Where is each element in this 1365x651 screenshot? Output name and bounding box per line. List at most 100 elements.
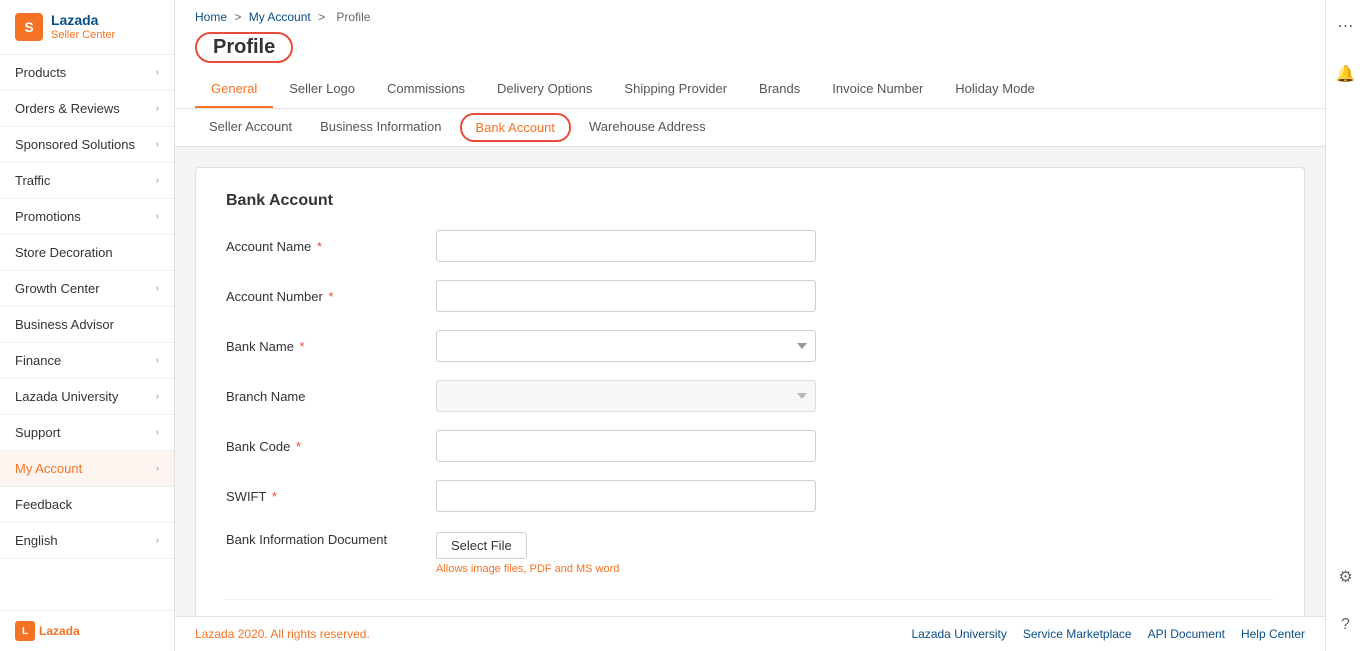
account-name-input[interactable] — [436, 230, 816, 262]
tab-general[interactable]: General — [195, 71, 273, 108]
chevron-icon: › — [156, 427, 159, 438]
bank-name-row: Bank Name * — [226, 330, 1274, 362]
bank-account-form-card: Bank Account Account Name * Account Numb… — [195, 167, 1305, 616]
sub-tab-business-information[interactable]: Business Information — [306, 109, 455, 146]
form-section-title: Bank Account — [226, 192, 1274, 210]
chat-icon[interactable]: ⋯ — [1330, 10, 1362, 42]
swift-input[interactable] — [436, 480, 816, 512]
sidebar-item-promotions[interactable]: Promotions › — [0, 199, 174, 235]
sidebar-nav: Products›Orders & Reviews›Sponsored Solu… — [0, 55, 174, 610]
sub-tabs-row: Seller AccountBusiness InformationBank A… — [175, 109, 1325, 147]
main-content: Home > My Account > Profile Profile Gene… — [175, 0, 1325, 651]
bank-code-input[interactable] — [436, 430, 816, 462]
bank-name-label: Bank Name * — [226, 339, 436, 354]
sidebar-item-products[interactable]: Products› — [0, 55, 174, 91]
bank-name-select[interactable] — [436, 330, 816, 362]
sidebar-item-label: English — [15, 533, 58, 548]
logo-icon: S — [15, 13, 43, 41]
tab-brands[interactable]: Brands — [743, 71, 816, 108]
sidebar-item-label: Orders & Reviews — [15, 101, 120, 116]
sidebar-item-support[interactable]: Support › — [0, 415, 174, 451]
tab-shipping-provider[interactable]: Shipping Provider — [608, 71, 743, 108]
footer-link-lazada-university[interactable]: Lazada University — [911, 627, 1006, 641]
chevron-icon: › — [156, 139, 159, 150]
sidebar-item-sponsored-solutions[interactable]: Sponsored Solutions › — [0, 127, 174, 163]
tab-invoice-number[interactable]: Invoice Number — [816, 71, 939, 108]
chevron-icon: › — [156, 391, 159, 402]
sidebar-item-store-decoration[interactable]: Store Decoration — [0, 235, 174, 271]
footer-copyright: Lazada 2020. All rights reserved. — [195, 627, 370, 641]
chevron-icon: › — [156, 175, 159, 186]
document-upload-area: Select File Allows image files, PDF and … — [436, 532, 619, 575]
page-title: Profile — [195, 32, 293, 63]
breadcrumb-home[interactable]: Home — [195, 10, 227, 24]
tab-holiday-mode[interactable]: Holiday Mode — [939, 71, 1051, 108]
branch-name-label: Branch Name — [226, 389, 436, 404]
chevron-icon: › — [156, 535, 159, 546]
sidebar: S Lazada Seller Center Products›Orders &… — [0, 0, 175, 651]
footer-link-help-center[interactable]: Help Center — [1241, 627, 1305, 641]
sub-tab-bank-account[interactable]: Bank Account — [460, 113, 572, 142]
sidebar-item-label: Feedback — [15, 497, 72, 512]
swift-label: SWIFT * — [226, 489, 436, 504]
sidebar-item-label: Finance — [15, 353, 61, 368]
lazada-footer-label: Lazada — [39, 624, 80, 638]
select-file-button[interactable]: Select File — [436, 532, 527, 559]
sidebar-item-label: My Account — [15, 461, 82, 476]
lazada-footer-logo: L Lazada — [15, 621, 80, 641]
gear-icon[interactable]: ⚙ — [1330, 561, 1362, 593]
sidebar-item-my-account[interactable]: My Account› — [0, 451, 174, 487]
tab-seller-logo[interactable]: Seller Logo — [273, 71, 371, 108]
sidebar-item-label: Sponsored Solutions — [15, 137, 135, 152]
sidebar-item-lazada-university[interactable]: Lazada University › — [0, 379, 174, 415]
sidebar-item-orders-&-reviews[interactable]: Orders & Reviews › — [0, 91, 174, 127]
swift-row: SWIFT * — [226, 480, 1274, 512]
sidebar-item-label: Store Decoration — [15, 245, 113, 260]
tab-commissions[interactable]: Commissions — [371, 71, 481, 108]
chevron-icon: › — [156, 67, 159, 78]
sidebar-footer: L Lazada — [0, 610, 174, 651]
logo: S Lazada Seller Center — [0, 0, 174, 55]
chevron-icon: › — [156, 355, 159, 366]
sub-tab-seller-account[interactable]: Seller Account — [195, 109, 306, 146]
logo-line1: Lazada — [51, 12, 115, 29]
sidebar-item-growth-center[interactable]: Growth Center› — [0, 271, 174, 307]
main-tabs-row: GeneralSeller LogoCommissionsDelivery Op… — [195, 71, 1305, 108]
footer-links: Lazada University Service Marketplace API … — [895, 627, 1305, 641]
lazada-logo-icon: L — [15, 621, 35, 641]
sidebar-item-label: Lazada University — [15, 389, 118, 404]
bell-icon[interactable]: 🔔 — [1330, 58, 1362, 90]
top-tabs-area: Home > My Account > Profile Profile Gene… — [175, 0, 1325, 109]
chevron-icon: › — [156, 283, 159, 294]
sidebar-item-traffic[interactable]: Traffic › — [0, 163, 174, 199]
sidebar-item-label: Promotions — [15, 209, 81, 224]
sidebar-item-feedback[interactable]: Feedback — [0, 487, 174, 523]
page-title-wrap: Profile — [195, 28, 1305, 71]
breadcrumb-profile: Profile — [336, 10, 370, 24]
account-number-input[interactable] — [436, 280, 816, 312]
sub-tab-warehouse-address[interactable]: Warehouse Address — [575, 109, 720, 146]
branch-name-select[interactable] — [436, 380, 816, 412]
sidebar-item-english[interactable]: English › — [0, 523, 174, 559]
footer-link-service-marketplace[interactable]: Service Marketplace — [1023, 627, 1132, 641]
chevron-icon: › — [156, 103, 159, 114]
sidebar-item-business-advisor[interactable]: Business Advisor — [0, 307, 174, 343]
branch-name-row: Branch Name — [226, 380, 1274, 412]
question-icon[interactable]: ? — [1330, 609, 1362, 641]
content-area: Bank Account Account Name * Account Numb… — [175, 147, 1325, 616]
account-number-row: Account Number * — [226, 280, 1274, 312]
sidebar-item-finance[interactable]: Finance › — [0, 343, 174, 379]
bank-code-row: Bank Code * — [226, 430, 1274, 462]
breadcrumb-my-account[interactable]: My Account — [249, 10, 311, 24]
sidebar-item-label: Traffic — [15, 173, 50, 188]
chevron-icon: › — [156, 211, 159, 222]
logo-line2: Seller Center — [51, 29, 115, 42]
footer: Lazada 2020. All rights reserved. Lazada… — [175, 616, 1325, 651]
sidebar-item-label: Support — [15, 425, 61, 440]
tab-delivery-options[interactable]: Delivery Options — [481, 71, 608, 108]
account-name-row: Account Name * — [226, 230, 1274, 262]
sidebar-item-label: Business Advisor — [15, 317, 114, 332]
breadcrumb: Home > My Account > Profile — [195, 0, 1305, 28]
document-label: Bank Information Document — [226, 532, 436, 547]
footer-link-api-document[interactable]: API Document — [1148, 627, 1225, 641]
